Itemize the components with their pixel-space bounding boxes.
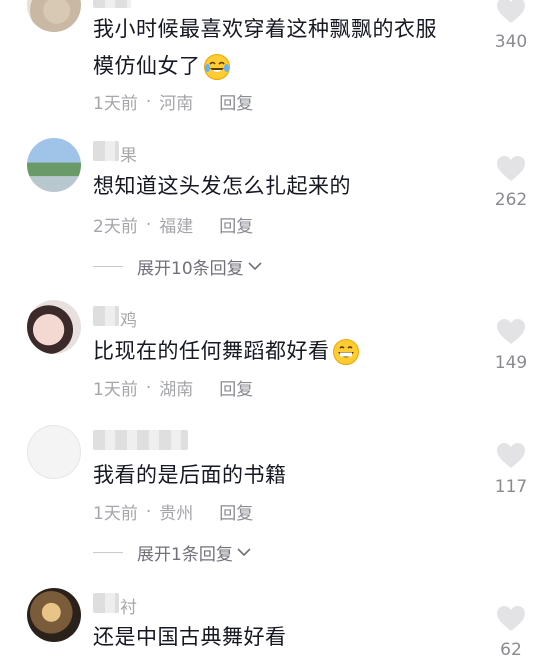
reply-button[interactable]: 回复 [219,212,253,237]
comment-text-line: 我小时候最喜欢穿着这种飘飘的衣服 [93,17,437,41]
heart-icon [497,156,525,181]
expand-replies-label: 展开10条回复 [137,259,244,279]
meta-separator: · [145,214,152,235]
like-button[interactable]: 340 [487,0,535,52]
comment-text: 我小时候最喜欢穿着这种飘飘的衣服 模仿仙女了 [93,11,457,85]
expand-replies-label: 展开1条回复 [137,545,233,565]
username-blurred[interactable]: 鸡 [93,306,137,331]
divider-line [93,552,123,553]
comment-text: 我看的是后面的书籍 [93,463,287,487]
comment-text: 想知道这头发怎么扎起来的 [93,174,351,198]
meta-separator: · [145,377,152,398]
username-tail: 衬 [120,598,137,618]
comment-text-line: 模仿仙女了 [93,54,201,78]
avatar[interactable] [27,0,81,32]
heart-icon [497,443,525,468]
reply-button[interactable]: 回复 [219,375,253,400]
reply-button[interactable]: 回复 [219,499,253,524]
comment-location: 湖南 [159,380,194,400]
comment-location: 河南 [159,94,194,114]
like-button[interactable]: 262 [487,155,535,210]
like-count: 340 [494,32,528,52]
grinning-emoji [332,339,359,365]
comment-meta: 1天前 · 贵州 回复 [93,499,253,525]
username-blurred[interactable]: 果 [93,141,137,166]
avatar[interactable] [27,138,81,192]
comment-meta: 1天前 · 湖南 回复 [93,375,253,401]
chevron-down-icon [248,262,262,271]
laughing-tears-emoji [203,54,230,80]
divider-line [93,266,123,267]
heart-icon [497,0,525,23]
comment-time: 2天前 [93,217,138,237]
comment-time: 1天前 [93,380,138,400]
comment-text: 还是中国古典舞好看 [93,625,287,649]
expand-replies-button[interactable]: 展开10条回复 [93,254,262,279]
username-blurred[interactable]: 衬 [93,593,137,618]
comment-location: 福建 [159,217,194,237]
meta-separator: · [145,91,152,112]
like-count: 262 [494,190,528,210]
comment-meta: 2天前 · 福建 回复 [93,212,253,238]
comment-text: 比现在的任何舞蹈都好看 [93,333,457,370]
avatar[interactable] [27,588,81,642]
heart-icon [497,319,525,344]
chevron-down-icon [237,548,251,557]
like-button[interactable]: 117 [487,442,535,497]
comment-text-line: 比现在的任何舞蹈都好看 [93,339,330,363]
like-count: 117 [494,477,528,497]
like-button[interactable]: 149 [487,318,535,373]
like-count: 149 [494,353,528,373]
heart-icon [497,606,525,631]
username-blurred[interactable] [93,430,188,450]
comment-time: 1天前 [93,94,138,114]
comment-meta: 1天前 · 河南 回复 [93,89,253,115]
username-blurred[interactable] [93,0,131,8]
avatar[interactable] [27,425,81,479]
avatar[interactable] [27,300,81,354]
expand-replies-button[interactable]: 展开1条回复 [93,540,251,565]
meta-separator: · [145,501,152,522]
username-tail: 鸡 [120,311,137,331]
like-count: 62 [500,640,522,660]
comment-time: 1天前 [93,504,138,524]
username-tail: 果 [120,146,137,166]
reply-button[interactable]: 回复 [219,89,253,114]
comment-location: 贵州 [159,504,194,524]
